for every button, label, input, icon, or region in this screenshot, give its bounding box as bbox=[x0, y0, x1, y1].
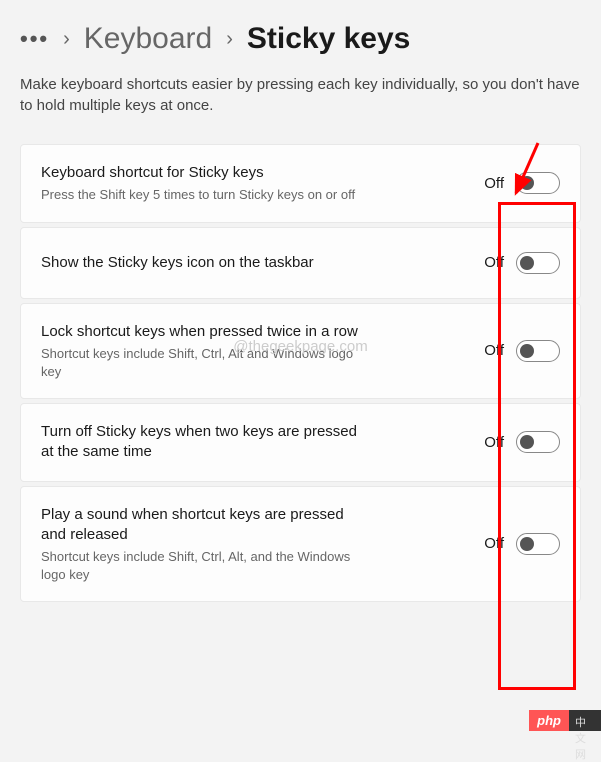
setting-title: Play a sound when shortcut keys are pres… bbox=[41, 505, 361, 546]
page-title: Sticky keys bbox=[247, 22, 410, 56]
toggle-state-label: Off bbox=[484, 342, 504, 359]
toggle-play-sound[interactable] bbox=[516, 533, 560, 555]
setting-lock-keys: Lock shortcut keys when pressed twice in… bbox=[20, 303, 581, 399]
toggle-turn-off-two-keys[interactable] bbox=[516, 431, 560, 453]
php-badge: php bbox=[529, 710, 569, 731]
chevron-right-icon: › bbox=[63, 28, 70, 51]
setting-subtitle: Shortcut keys include Shift, Ctrl, Alt a… bbox=[41, 345, 361, 380]
toggle-taskbar-icon[interactable] bbox=[516, 252, 560, 274]
breadcrumb: ••• › Keyboard › Sticky keys bbox=[20, 22, 581, 56]
toggle-knob bbox=[520, 344, 534, 358]
toggle-keyboard-shortcut[interactable] bbox=[516, 172, 560, 194]
toggle-state-label: Off bbox=[484, 535, 504, 552]
breadcrumb-keyboard-link[interactable]: Keyboard bbox=[84, 22, 212, 56]
page-description: Make keyboard shortcuts easier by pressi… bbox=[20, 74, 581, 116]
setting-title: Turn off Sticky keys when two keys are p… bbox=[41, 422, 361, 463]
toggle-knob bbox=[520, 435, 534, 449]
setting-title: Keyboard shortcut for Sticky keys bbox=[41, 163, 361, 183]
setting-keyboard-shortcut: Keyboard shortcut for Sticky keys Press … bbox=[20, 144, 581, 223]
toggle-state-label: Off bbox=[484, 254, 504, 271]
breadcrumb-more-icon[interactable]: ••• bbox=[20, 26, 49, 52]
toggle-state-label: Off bbox=[484, 175, 504, 192]
toggle-state-label: Off bbox=[484, 434, 504, 451]
setting-title: Show the Sticky keys icon on the taskbar bbox=[41, 253, 361, 273]
setting-play-sound: Play a sound when shortcut keys are pres… bbox=[20, 486, 581, 603]
setting-subtitle: Press the Shift key 5 times to turn Stic… bbox=[41, 186, 361, 204]
setting-subtitle: Shortcut keys include Shift, Ctrl, Alt, … bbox=[41, 548, 361, 583]
toggle-lock-keys[interactable] bbox=[516, 340, 560, 362]
settings-list: Keyboard shortcut for Sticky keys Press … bbox=[20, 144, 581, 602]
setting-title: Lock shortcut keys when pressed twice in… bbox=[41, 322, 361, 342]
toggle-knob bbox=[520, 256, 534, 270]
toggle-knob bbox=[520, 176, 534, 190]
setting-taskbar-icon: Show the Sticky keys icon on the taskbar… bbox=[20, 227, 581, 299]
setting-turn-off-two-keys: Turn off Sticky keys when two keys are p… bbox=[20, 403, 581, 482]
chevron-right-icon: › bbox=[226, 28, 233, 51]
toggle-knob bbox=[520, 537, 534, 551]
cn-badge: 中文网 bbox=[569, 710, 601, 731]
